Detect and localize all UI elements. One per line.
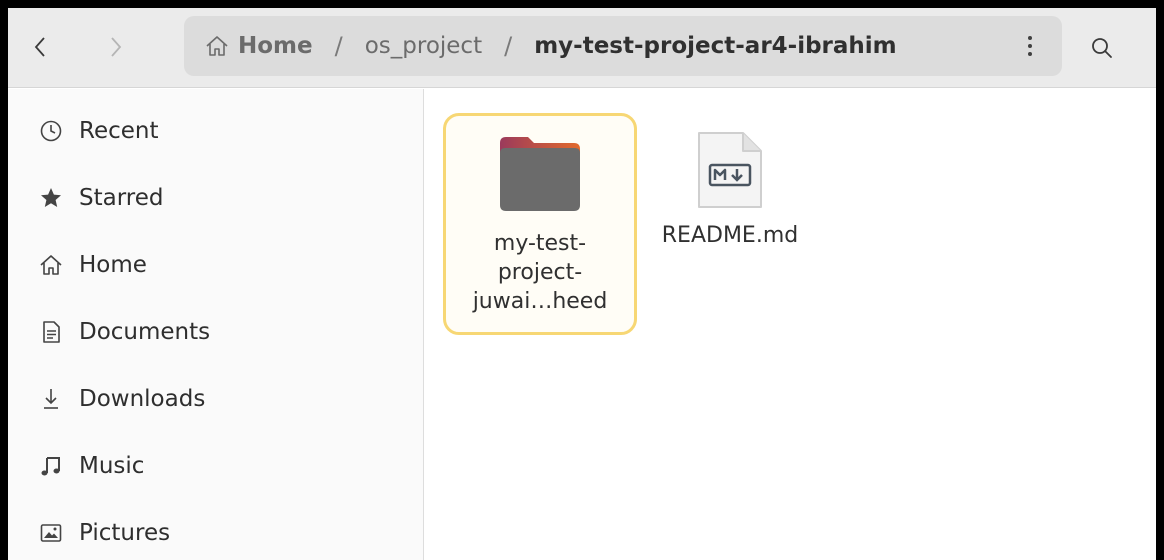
sidebar-item-label: Pictures xyxy=(79,520,171,546)
sidebar-item-music[interactable]: Music xyxy=(8,438,424,494)
home-icon xyxy=(206,36,228,56)
search-button[interactable] xyxy=(1084,30,1120,66)
file-view: my-test- project- juwai…heed README.md xyxy=(425,89,1156,560)
file-item-readme[interactable]: README.md xyxy=(651,113,809,263)
sidebar-item-label: Downloads xyxy=(79,386,206,412)
breadcrumb-os-project[interactable]: os_project xyxy=(365,33,482,59)
sidebar-item-label: Music xyxy=(79,453,145,479)
path-menu-button[interactable] xyxy=(1022,30,1038,62)
chevron-left-icon xyxy=(34,37,45,57)
sidebar-item-pictures[interactable]: Pictures xyxy=(8,505,424,560)
sidebar-item-home[interactable]: Home xyxy=(8,237,424,293)
picture-icon xyxy=(36,518,66,548)
kebab-dot xyxy=(1028,36,1032,40)
folder-icon xyxy=(500,137,580,211)
breadcrumb-separator: / xyxy=(504,32,513,60)
breadcrumb-home[interactable]: Home xyxy=(204,33,313,59)
forward-button[interactable] xyxy=(98,30,134,64)
folder-name-line: my-test- xyxy=(493,231,587,256)
sidebar-item-recent[interactable]: Recent xyxy=(8,103,424,159)
breadcrumb-current-label: my-test-project-ar4-ibrahim xyxy=(534,33,897,59)
header-bar: Home / os_project / my-test-project-ar4-… xyxy=(8,8,1156,88)
folder-name-line: juwai…heed xyxy=(472,289,608,314)
kebab-dot xyxy=(1028,52,1032,56)
search-icon xyxy=(1092,38,1112,58)
sidebar-item-label: Documents xyxy=(79,319,211,345)
document-icon xyxy=(36,317,66,347)
folder-name: my-test- project- juwai…heed xyxy=(473,229,608,316)
home-icon xyxy=(36,250,66,280)
markdown-file-icon xyxy=(698,132,762,208)
star-icon xyxy=(36,183,66,213)
sidebar-item-downloads[interactable]: Downloads xyxy=(8,371,424,427)
breadcrumb-current[interactable]: my-test-project-ar4-ibrahim xyxy=(534,33,896,59)
sidebar-item-starred[interactable]: Starred xyxy=(8,170,424,226)
file-manager-window: Home / os_project / my-test-project-ar4-… xyxy=(8,8,1156,560)
folder-item-selected[interactable]: my-test- project- juwai…heed xyxy=(443,113,637,335)
sidebar: Recent Starred Home Documents Downloads xyxy=(8,89,424,560)
sidebar-item-documents[interactable]: Documents xyxy=(8,304,424,360)
sidebar-item-label: Starred xyxy=(79,185,164,211)
folder-name-line: project- xyxy=(497,260,583,285)
breadcrumb-os-project-label: os_project xyxy=(364,33,483,59)
path-bar: Home / os_project / my-test-project-ar4-… xyxy=(184,16,1062,76)
file-name: README.md xyxy=(661,223,799,248)
music-note-icon xyxy=(36,451,66,481)
download-icon xyxy=(36,384,66,414)
kebab-dot xyxy=(1028,44,1032,48)
back-button[interactable] xyxy=(22,30,58,64)
chevron-right-icon xyxy=(111,37,122,57)
sidebar-item-label: Home xyxy=(79,252,147,278)
clock-icon xyxy=(36,116,66,146)
breadcrumb-home-label: Home xyxy=(238,33,313,59)
breadcrumb-separator: / xyxy=(334,32,343,60)
sidebar-item-label: Recent xyxy=(79,118,159,144)
